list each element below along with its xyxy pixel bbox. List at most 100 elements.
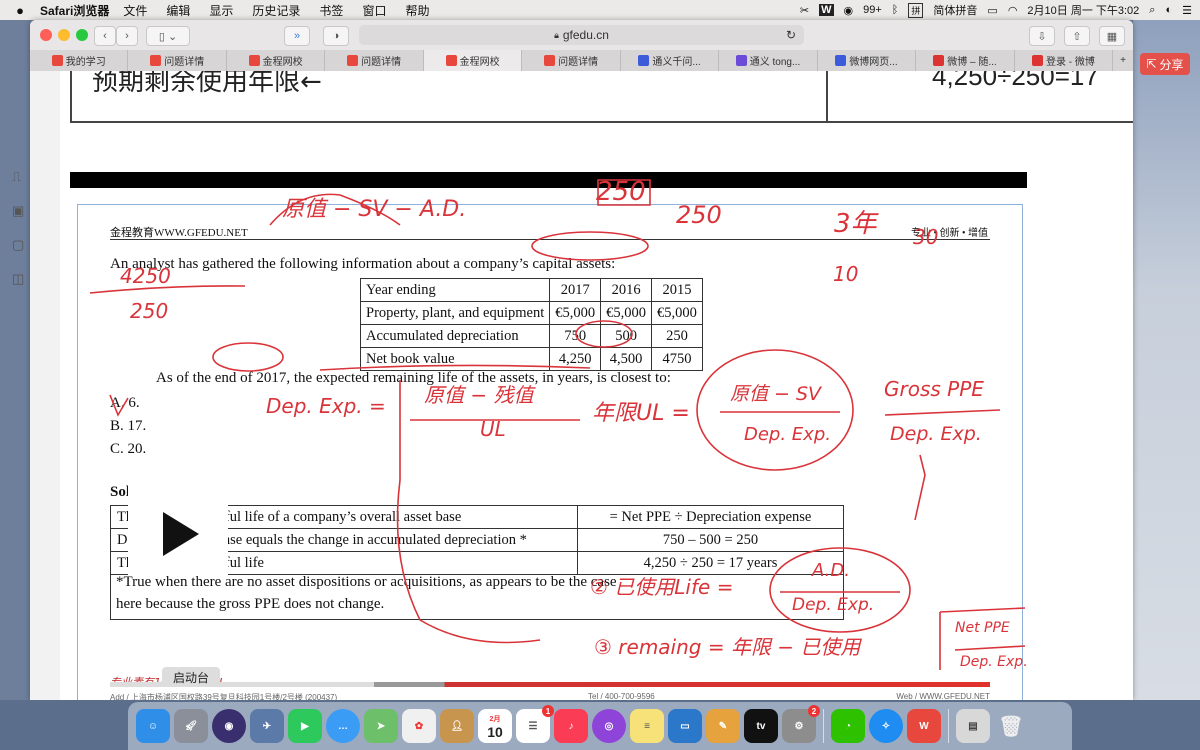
table-cell: 4,250: [549, 347, 602, 371]
tab-1[interactable]: 我的学习: [30, 50, 129, 71]
wechat-icon[interactable]: ◔: [831, 709, 865, 743]
image-icon[interactable]: ▣: [12, 194, 24, 228]
tab-10[interactable]: 微博 – 随...: [916, 50, 1015, 71]
input-method-icon[interactable]: 拼: [908, 2, 924, 18]
share-icon[interactable]: ⇧: [1064, 26, 1090, 46]
footer-website: Web / WWW.GFEDU.NET: [896, 692, 990, 700]
forward-button[interactable]: ›: [116, 26, 138, 46]
search-icon[interactable]: ⌕: [1149, 4, 1155, 17]
system-preferences-icon[interactable]: ⚙ 2: [782, 705, 820, 743]
footer-address: Add / 上海市杨浦区国权路39号复旦科技园1号楼/2号楼 (200437): [110, 693, 338, 700]
clock[interactable]: 2月10日 周一 下午3:02: [1027, 2, 1139, 18]
menu-view[interactable]: 显示: [209, 2, 233, 19]
launchpad-icon[interactable]: 🚀︎: [174, 709, 208, 743]
preview-icon[interactable]: ✈: [250, 709, 284, 743]
translate-forward-icon[interactable]: »: [284, 26, 310, 46]
wps-icon[interactable]: W: [907, 709, 941, 743]
document-stack-icon[interactable]: ▤: [956, 709, 990, 743]
music-icon[interactable]: ♪: [554, 709, 588, 743]
favicon-icon: [150, 55, 162, 66]
tab-5-active[interactable]: 金程网校: [423, 50, 523, 71]
table-cell: Property, plant, and equipment: [359, 301, 551, 325]
finder-icon[interactable]: ☺: [136, 709, 170, 743]
new-tab-button[interactable]: +: [1113, 50, 1133, 71]
tab-9[interactable]: 微博网页...: [818, 50, 917, 71]
photos-icon[interactable]: ✿: [402, 709, 436, 743]
tab-2[interactable]: 问题详情: [128, 50, 227, 71]
messages-icon[interactable]: …: [326, 709, 360, 743]
menu-file[interactable]: 文件: [123, 2, 147, 19]
back-button[interactable]: ‹: [94, 26, 116, 46]
share-button[interactable]: ⇱ 分享: [1140, 53, 1190, 75]
w-app-icon[interactable]: W: [819, 4, 834, 16]
dock: ☺ 🚀︎ ◉ ✈ ▶ … ➤ ✿ 👤︎ 2月 10 ☰ 1 ♪ ◎ ≡ ▭ ✎ t…: [128, 702, 1072, 750]
prev-page-table: 预期剩余使用年限← 4,250÷250=17: [70, 71, 1133, 123]
address-bar[interactable]: 🔒︎ gfedu.cn ↻: [359, 25, 804, 45]
apple-icon[interactable]: ●: [0, 3, 40, 18]
maps-icon[interactable]: ➤: [364, 709, 398, 743]
bookmark-icon[interactable]: ⎍: [12, 160, 24, 194]
table-cell: 4,500: [600, 347, 653, 371]
trash-icon[interactable]: 🗑︎: [994, 709, 1028, 743]
facetime-icon[interactable]: ▶: [288, 709, 322, 743]
table-cell: = Net PPE ÷ Depreciation expense: [577, 505, 844, 529]
tab-8[interactable]: 通义 tong...: [719, 50, 818, 71]
menu-bookmarks[interactable]: 书签: [319, 2, 343, 19]
dock-separator: [948, 709, 949, 743]
shield-icon[interactable]: ◑: [323, 26, 349, 46]
comment-icon[interactable]: ▢: [12, 228, 24, 262]
table-cell: €5,000: [549, 301, 602, 325]
calendar-day: 10: [487, 724, 503, 740]
wechat-status-icon[interactable]: ◉: [844, 4, 854, 17]
keynote-icon[interactable]: ▭: [668, 709, 702, 743]
table-cell: Net book value: [359, 347, 551, 371]
menu-edit[interactable]: 编辑: [166, 2, 190, 19]
siri-icon[interactable]: ◉: [212, 709, 246, 743]
table-row: Accumulated depreciation 750 500 250: [359, 324, 703, 348]
app-name-menu[interactable]: Safari浏览器: [40, 2, 109, 19]
reminders-icon[interactable]: ☰ 1: [516, 705, 554, 743]
menu-window[interactable]: 窗口: [362, 2, 386, 19]
tab-6[interactable]: 问题详情: [522, 50, 621, 71]
tab-4[interactable]: 问题详情: [325, 50, 424, 71]
menu-history[interactable]: 历史记录: [252, 2, 300, 19]
table-row: Year ending 2017 2016 2015: [359, 278, 703, 302]
tab-overview-icon[interactable]: ▦: [1099, 26, 1125, 46]
sidebar-toggle-button[interactable]: ▯ ⌄: [146, 26, 190, 46]
menu-help[interactable]: 帮助: [405, 2, 429, 19]
input-method-label[interactable]: 简体拼音: [933, 2, 977, 18]
tab-3[interactable]: 金程网校: [227, 50, 326, 71]
close-window-button[interactable]: [40, 29, 52, 41]
desktop-background: [1133, 20, 1200, 700]
favicon-icon: [835, 55, 847, 66]
option-a: A. 6.: [110, 395, 140, 411]
menu-bar: ● Safari浏览器 文件 编辑 显示 历史记录 书签 窗口 帮助 ✂ W ◉…: [0, 0, 1200, 20]
table-header-cell: 2015: [651, 278, 703, 302]
wifi-icon[interactable]: ◠: [1008, 4, 1018, 17]
download-icon[interactable]: ⇩: [1029, 26, 1055, 46]
settings-badge: 2: [808, 705, 820, 717]
screen-icon[interactable]: ◫: [12, 262, 24, 296]
minimize-window-button[interactable]: [58, 29, 70, 41]
safari-icon[interactable]: ✧: [869, 709, 903, 743]
bluetooth-icon[interactable]: ᛒ: [892, 4, 899, 16]
apple-tv-icon[interactable]: tv: [744, 709, 778, 743]
battery-icon[interactable]: ▭: [987, 4, 997, 17]
option-c: C. 20.: [110, 441, 147, 457]
podcasts-icon[interactable]: ◎: [592, 709, 626, 743]
notes-icon[interactable]: ≡: [630, 709, 664, 743]
reload-icon[interactable]: ↻: [786, 28, 796, 42]
table-header-cell: 2016: [600, 278, 653, 302]
scissors-icon[interactable]: ✂: [800, 4, 809, 17]
tab-7[interactable]: 通义千问...: [621, 50, 720, 71]
calendar-icon[interactable]: 2月 10: [478, 709, 512, 743]
play-icon[interactable]: [163, 512, 199, 556]
dock-separator: [823, 709, 824, 743]
pages-icon[interactable]: ✎: [706, 709, 740, 743]
contacts-icon[interactable]: 👤︎: [440, 709, 474, 743]
control-center-icon[interactable]: ☰: [1182, 4, 1192, 17]
footer-phone: Tel / 400-700-9596: [588, 692, 655, 700]
zoom-window-button[interactable]: [76, 29, 88, 41]
siri-icon[interactable]: ◐: [1165, 4, 1172, 16]
tab-11[interactable]: 登录 - 微博: [1015, 50, 1114, 71]
